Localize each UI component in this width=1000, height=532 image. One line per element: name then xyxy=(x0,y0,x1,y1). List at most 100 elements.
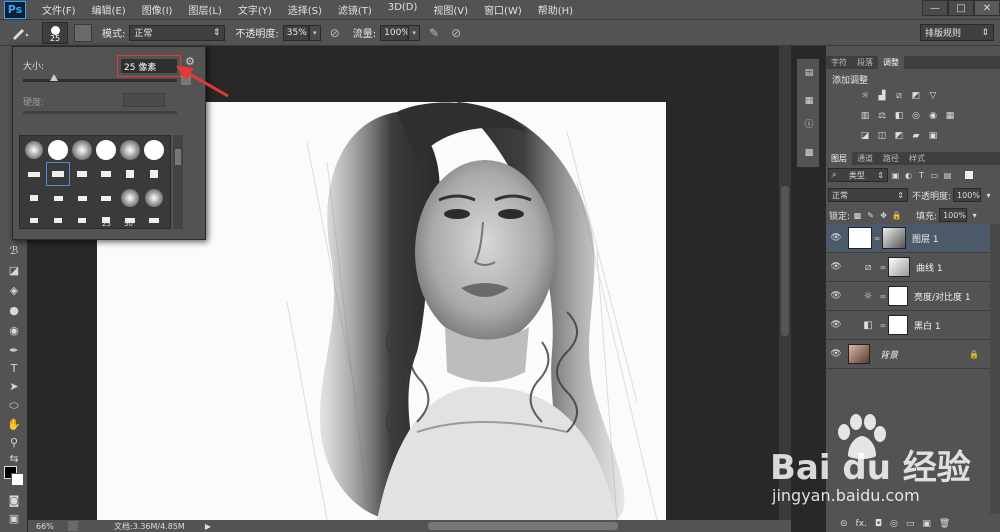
brush-preset-tip-icon[interactable] xyxy=(70,186,94,210)
pressure-opacity-icon[interactable]: ⊘ xyxy=(327,25,343,41)
pixel-filter-icon[interactable]: ▣ xyxy=(890,170,901,181)
vibrance-icon[interactable]: ▽ xyxy=(926,90,940,102)
status-menu-arrow-icon[interactable]: ▶ xyxy=(205,522,211,531)
new-adjustment-icon[interactable]: ◎ xyxy=(890,519,898,529)
opacity-arrow-icon[interactable]: ▾ xyxy=(983,190,994,201)
layer-name[interactable]: 背景 xyxy=(880,348,898,361)
ellipse-tool-icon[interactable]: ⬭ xyxy=(5,398,23,414)
posterize-icon[interactable]: ◫ xyxy=(875,130,889,142)
brush-preset-tip-icon[interactable] xyxy=(22,162,46,186)
brightness-contrast-icon[interactable]: ☼ xyxy=(858,90,872,102)
brush-tool-preset-icon[interactable] xyxy=(6,23,36,43)
pen-tool-icon[interactable]: ✒ xyxy=(5,342,23,358)
menu-filter[interactable]: 滤镜(T) xyxy=(330,2,380,17)
lock-pixels-icon[interactable]: ✎ xyxy=(865,210,876,221)
preset-scrollbar[interactable] xyxy=(173,135,183,229)
link-layers-icon[interactable]: ⊝ xyxy=(840,519,848,529)
scroll-thumb[interactable] xyxy=(781,186,789,336)
mode-select[interactable]: 正常 ⇕ xyxy=(129,24,226,41)
eye-icon[interactable]: 👁 xyxy=(828,262,844,272)
layers-scrollbar[interactable] xyxy=(990,224,1000,514)
tab-styles[interactable]: 样式 xyxy=(904,152,930,165)
blend-mode-select[interactable]: 正常 ⇕ xyxy=(828,188,908,202)
canvas-horizontal-scrollbar[interactable] xyxy=(428,522,618,530)
status-info-icon[interactable] xyxy=(68,521,78,531)
new-preset-icon[interactable] xyxy=(181,75,191,85)
info-icon[interactable]: ⓘ xyxy=(802,117,816,130)
blur-tool-icon[interactable]: ● xyxy=(5,302,23,318)
shape-filter-icon[interactable]: ▭ xyxy=(929,170,940,181)
brush-preset-tip-icon[interactable] xyxy=(94,186,118,210)
brush-preset-selected-icon[interactable] xyxy=(46,162,70,186)
photo-filter-icon[interactable]: ◎ xyxy=(909,110,923,122)
close-button[interactable]: ✕ xyxy=(974,0,1000,16)
eye-icon[interactable]: 👁 xyxy=(828,320,844,330)
paint-bucket-tool-icon[interactable]: ◈ xyxy=(5,282,23,298)
layer-row-background[interactable]: 👁 背景 🔒 xyxy=(826,340,1000,369)
menu-view[interactable]: 视图(V) xyxy=(425,2,476,17)
brush-preset-tip-icon[interactable] xyxy=(94,162,118,186)
brush-preset-tip-icon[interactable] xyxy=(46,186,70,210)
brush-preset-tip-icon[interactable] xyxy=(46,208,70,232)
layer-opacity-input[interactable]: 100% xyxy=(953,188,982,202)
gradient-map-icon[interactable]: ▰ xyxy=(909,130,923,142)
fx-icon[interactable]: fx. xyxy=(856,519,867,529)
curves-icon[interactable]: ⧄ xyxy=(892,90,906,102)
type-tool-icon[interactable]: T xyxy=(5,360,23,376)
eraser-tool-icon[interactable]: ◪ xyxy=(5,262,23,278)
size-slider[interactable] xyxy=(23,74,177,82)
layer-name[interactable]: 黑白 1 xyxy=(914,319,941,332)
layer-filter-select[interactable]: ⌕ 类型 ⇕ xyxy=(828,168,888,182)
brush-preset-tip-icon[interactable] xyxy=(118,162,142,186)
menu-select[interactable]: 选择(S) xyxy=(280,2,330,17)
layer-name[interactable]: 曲线 1 xyxy=(916,261,943,274)
opacity-dropdown-icon[interactable]: ▾ xyxy=(308,24,321,41)
new-layer-icon[interactable]: ▣ xyxy=(922,519,931,529)
fill-input[interactable]: 100% xyxy=(939,208,968,222)
flow-input[interactable]: 100% xyxy=(380,24,410,41)
maximize-button[interactable]: □ xyxy=(948,0,974,16)
brush-preset-tip-icon[interactable] xyxy=(22,208,46,232)
brush-preset-tip-icon[interactable] xyxy=(22,186,46,210)
levels-icon[interactable]: ▟ xyxy=(875,90,889,102)
gear-icon[interactable]: ⚙ xyxy=(185,55,195,68)
minimize-button[interactable]: — xyxy=(922,0,948,16)
menu-type[interactable]: 文字(Y) xyxy=(230,2,280,17)
lock-position-icon[interactable]: ✥ xyxy=(878,210,889,221)
tab-paragraph[interactable]: 段落 xyxy=(852,56,878,69)
lock-transparent-icon[interactable]: ▩ xyxy=(852,210,863,221)
menu-3d[interactable]: 3D(D) xyxy=(380,2,426,17)
flow-dropdown-icon[interactable]: ▾ xyxy=(408,24,421,41)
black-white-icon[interactable]: ◧ xyxy=(892,110,906,122)
filter-toggle-icon[interactable] xyxy=(965,171,973,179)
invert-icon[interactable]: ◪ xyxy=(858,130,872,142)
swatches-icon[interactable]: ▩ xyxy=(802,147,816,159)
channel-mixer-icon[interactable]: ◉ xyxy=(926,110,940,122)
brush-preset-hard-round-icon[interactable] xyxy=(46,138,70,162)
brush-preset-soft-round-icon[interactable] xyxy=(70,138,94,162)
brush-preset-soft-round-icon[interactable] xyxy=(142,186,166,210)
brush-preset-picker[interactable]: 25 xyxy=(42,21,68,44)
dodge-tool-icon[interactable]: ◉ xyxy=(5,322,23,338)
path-selection-tool-icon[interactable]: ➤ xyxy=(5,378,23,394)
brush-preset-tip-icon[interactable] xyxy=(70,162,94,186)
selective-color-icon[interactable]: ▣ xyxy=(926,130,940,142)
color-balance-icon[interactable]: ⚖ xyxy=(875,110,889,122)
color-lookup-icon[interactable]: ▦ xyxy=(943,110,957,122)
layer-row-curves-1[interactable]: 👁 ⧄ ∞ 曲线 1 xyxy=(826,253,1000,282)
hand-tool-icon[interactable]: ✋ xyxy=(5,416,23,432)
brush-preset-tip-icon[interactable] xyxy=(70,208,94,232)
history-brush-tool-icon[interactable]: ℬ xyxy=(5,242,23,258)
exposure-icon[interactable]: ◩ xyxy=(909,90,923,102)
threshold-icon[interactable]: ◩ xyxy=(892,130,906,142)
zoom-level[interactable]: 66% xyxy=(36,522,64,531)
link-icon[interactable]: ∞ xyxy=(878,292,888,301)
eye-icon[interactable]: 👁 xyxy=(828,233,844,243)
layer-row-black-white-1[interactable]: 👁 ◧ ∞ 黑白 1 xyxy=(826,311,1000,340)
menu-file[interactable]: 文件(F) xyxy=(34,2,84,17)
smart-filter-icon[interactable]: ▤ xyxy=(942,170,953,181)
preset-scroll-thumb[interactable] xyxy=(175,149,181,165)
fill-arrow-icon[interactable]: ▾ xyxy=(969,210,980,221)
lock-all-icon[interactable]: 🔒 xyxy=(891,210,902,221)
tab-layers[interactable]: 图层 xyxy=(826,152,852,165)
